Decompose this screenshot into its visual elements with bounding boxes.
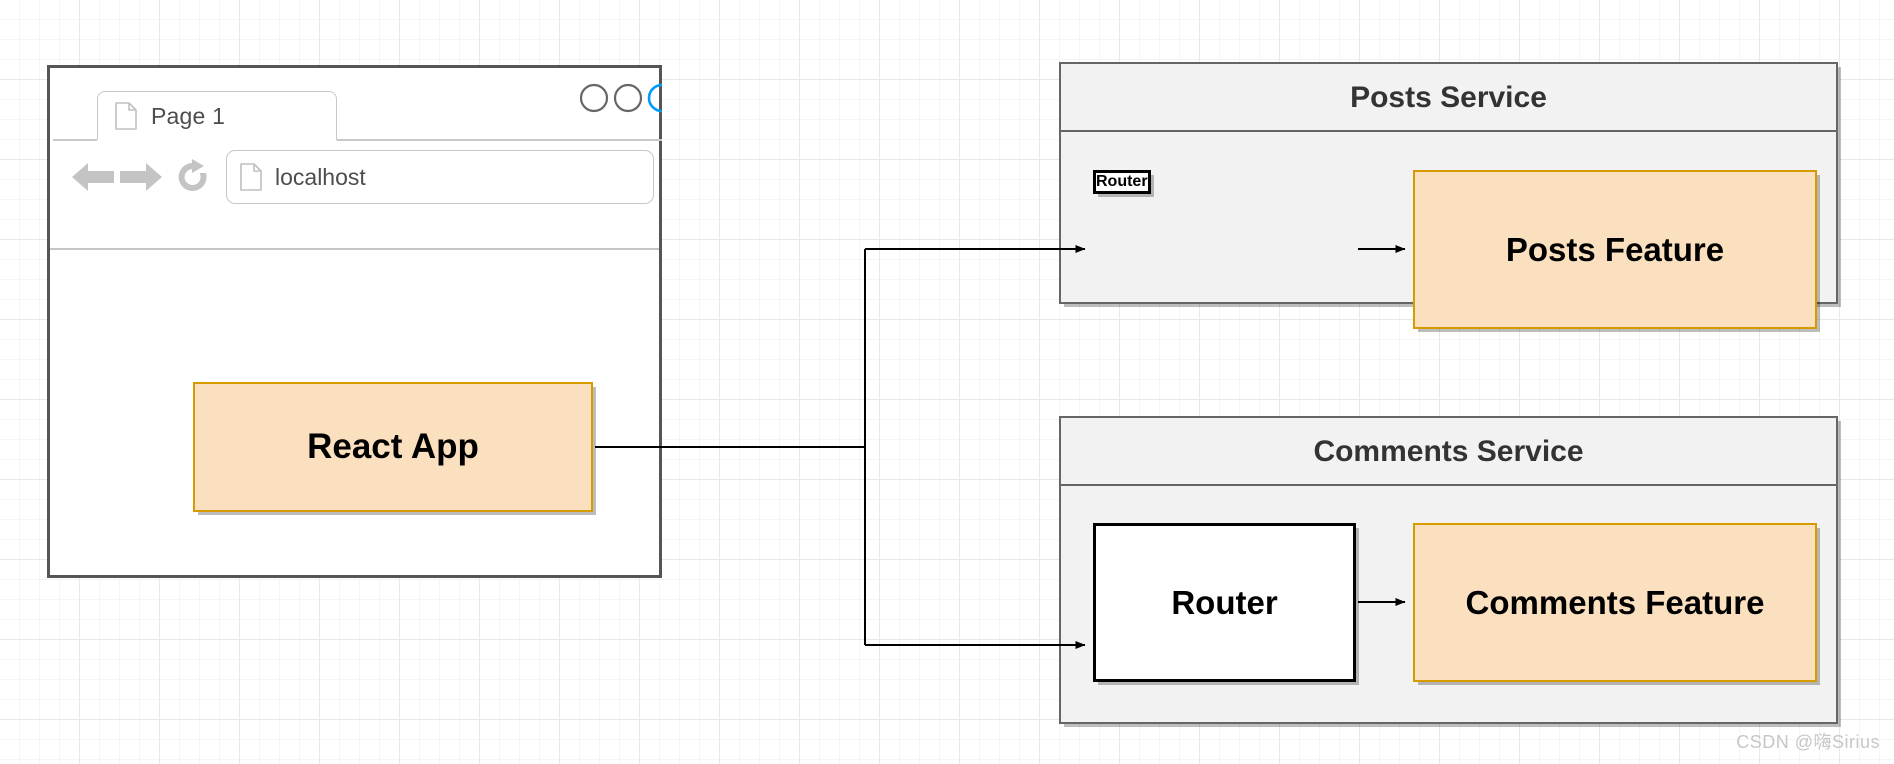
arrow-right-icon[interactable] [118, 159, 164, 195]
react-app-box[interactable]: React App [193, 382, 593, 512]
reload-icon[interactable] [174, 157, 212, 197]
window-control-1[interactable] [580, 83, 609, 113]
comments-feature-box[interactable]: Comments Feature [1413, 523, 1817, 682]
comments-service-title: Comments Service [1061, 418, 1836, 486]
posts-service-router-box[interactable]: Router [1093, 170, 1151, 194]
posts-service-title: Posts Service [1061, 64, 1836, 132]
browser-content-divider [50, 248, 659, 250]
posts-feature-box[interactable]: Posts Feature [1413, 170, 1817, 329]
posts-feature-label: Posts Feature [1505, 230, 1725, 268]
react-app-label: React App [307, 427, 479, 466]
browser-tab-page-1[interactable]: Page 1 [97, 91, 337, 140]
watermark: CSDN @嗨Sirius [1736, 732, 1880, 752]
window-controls [580, 83, 662, 113]
document-icon [240, 163, 262, 191]
posts-router-label: Router [1096, 173, 1148, 190]
browser-tabstrip: Page 1 [50, 68, 662, 141]
comments-feature-label: Comments Feature [1465, 583, 1765, 621]
window-control-3[interactable] [647, 83, 662, 113]
comments-router-label: Router [1171, 583, 1278, 621]
document-icon [115, 102, 137, 130]
url-input-value[interactable]: localhost [275, 164, 366, 191]
browser-tab-label: Page 1 [151, 102, 226, 129]
comments-service-router-box[interactable]: Router [1093, 523, 1356, 682]
window-control-2[interactable] [613, 83, 643, 113]
browser-toolbar: localhost [50, 140, 659, 214]
diagram-canvas: Page 1 localhost React App Posts Service… [0, 0, 1894, 764]
arrow-left-icon[interactable] [70, 159, 116, 195]
url-bar[interactable]: localhost [226, 150, 654, 204]
